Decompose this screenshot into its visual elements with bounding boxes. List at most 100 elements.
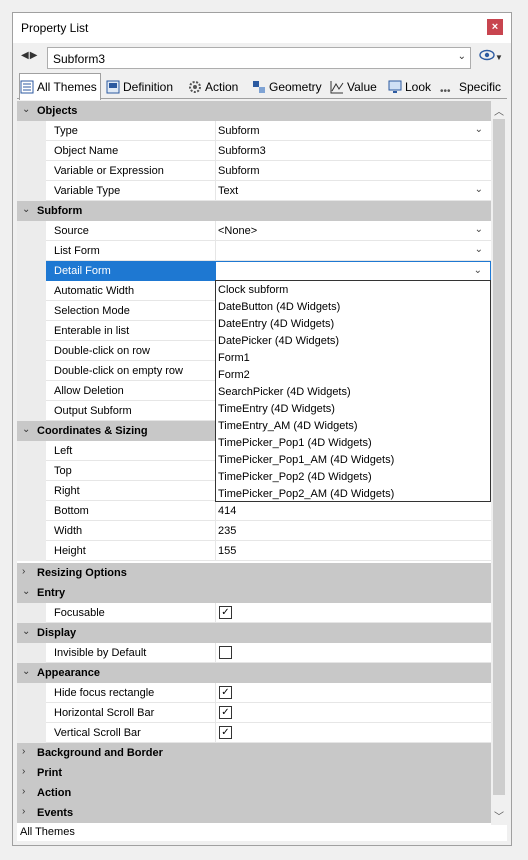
hide-focus-checkbox[interactable]: ✓	[219, 686, 232, 699]
vertical-scrollbar[interactable]: ︿ ﹀	[491, 101, 507, 825]
chevron-right-icon: ›	[22, 566, 26, 577]
dropdown-option[interactable]: Form2	[217, 367, 489, 384]
section-label: Display	[37, 627, 77, 639]
property-name: Double-click on row	[54, 345, 150, 357]
section-objects[interactable]: ⌄ Objects	[17, 101, 491, 121]
vertical-scroll-checkbox[interactable]: ✓	[219, 726, 232, 739]
property-row-vertical-scroll[interactable]: Vertical Scroll Bar ✓	[17, 723, 491, 743]
dropdown-option[interactable]: TimePicker_Pop1 (4D Widgets)	[217, 435, 489, 452]
invisible-by-default-checkbox[interactable]	[219, 646, 232, 659]
tab-all-themes[interactable]: All Themes	[19, 73, 101, 100]
property-row-source[interactable]: Source <None> ⌄	[17, 221, 491, 241]
scrollbar-thumb[interactable]	[493, 119, 505, 795]
dropdown-option[interactable]: Form1	[217, 350, 489, 367]
property-row-variable[interactable]: Variable or Expression Subform	[17, 161, 491, 181]
focusable-checkbox[interactable]: ✓	[219, 606, 232, 619]
definition-icon	[106, 80, 120, 94]
section-entry[interactable]: ⌄ Entry	[17, 583, 491, 603]
property-value-dropdown[interactable]: ⌄	[215, 241, 491, 261]
chevron-down-icon: ⌄	[474, 244, 483, 255]
property-value: <None>	[218, 225, 258, 237]
property-value-field[interactable]: Subform3	[215, 141, 491, 161]
chevron-down-icon: ⌄	[473, 265, 482, 276]
property-name: Focusable	[54, 607, 105, 619]
section-display[interactable]: ⌄ Display	[17, 623, 491, 643]
property-row-list-form[interactable]: List Form ⌄	[17, 241, 491, 261]
property-row-height[interactable]: Height 155	[17, 541, 491, 561]
property-value-dropdown[interactable]: <None> ⌄	[215, 221, 491, 241]
section-appearance[interactable]: ⌄ Appearance	[17, 663, 491, 683]
property-name: Width	[54, 525, 83, 537]
property-row-hide-focus[interactable]: Hide focus rectangle ✓	[17, 683, 491, 703]
property-value-field[interactable]: 235	[215, 521, 491, 541]
dropdown-option[interactable]: TimePicker_Pop2 (4D Widgets)	[217, 469, 489, 486]
property-value: 155	[218, 545, 237, 557]
chevron-down-icon: ⌄	[22, 626, 31, 637]
property-row-object-name[interactable]: Object Name Subform3	[17, 141, 491, 161]
dropdown-option[interactable]: TimeEntry_AM (4D Widgets)	[217, 418, 489, 435]
tab-geometry[interactable]: Geometry	[251, 73, 325, 99]
tab-action[interactable]: Action	[187, 73, 249, 99]
property-value-field[interactable]: 414	[215, 501, 491, 521]
property-value-dropdown[interactable]: Subform ⌄	[215, 121, 491, 141]
property-row-bottom[interactable]: Bottom 414	[17, 501, 491, 521]
property-name: Output Subform	[54, 405, 132, 417]
property-row-variable-type[interactable]: Variable Type Text ⌄	[17, 181, 491, 201]
property-name: Bottom	[54, 505, 89, 517]
property-value-dropdown[interactable]: Text ⌄	[215, 181, 491, 201]
property-value-field[interactable]: Subform	[215, 161, 491, 181]
chevron-right-icon: ›	[22, 786, 26, 797]
property-value-field[interactable]: 155	[215, 541, 491, 561]
row-gutter	[17, 321, 46, 341]
property-row-focusable[interactable]: Focusable ✓	[17, 603, 491, 623]
section-events[interactable]: › Events	[17, 803, 491, 823]
property-name: Left	[54, 445, 73, 457]
property-value: Subform	[218, 165, 260, 177]
dropdown-option[interactable]: TimePicker_Pop1_AM (4D Widgets)	[217, 452, 489, 469]
dropdown-option[interactable]: TimeEntry (4D Widgets)	[217, 401, 489, 418]
section-label: Subform	[37, 205, 83, 217]
property-value-dropdown[interactable]: ⌄	[215, 261, 491, 281]
tab-look[interactable]: Look	[387, 73, 437, 99]
property-name: Hide focus rectangle	[54, 687, 155, 699]
dropdown-option[interactable]: DatePicker (4D Widgets)	[217, 333, 489, 350]
property-row-horizontal-scroll[interactable]: Horizontal Scroll Bar ✓	[17, 703, 491, 723]
property-row-width[interactable]: Width 235	[17, 521, 491, 541]
section-background-border[interactable]: › Background and Border	[17, 743, 491, 763]
eye-menu-button[interactable]: ▼	[479, 49, 505, 67]
section-label: Entry	[37, 587, 66, 599]
section-action[interactable]: › Action	[17, 783, 491, 803]
property-name: Allow Deletion	[54, 385, 124, 397]
section-label: Print	[37, 767, 63, 779]
dropdown-option[interactable]: DateButton (4D Widgets)	[217, 299, 489, 316]
object-nav-arrows-icon[interactable]: ◀▶	[21, 50, 38, 61]
dropdown-option[interactable]: Clock subform	[217, 282, 489, 299]
dropdown-option[interactable]: TimePicker_Pop2_AM (4D Widgets)	[217, 486, 489, 503]
row-gutter	[17, 501, 46, 521]
chevron-down-icon: ⌄	[474, 124, 483, 135]
dropdown-option[interactable]: DateEntry (4D Widgets)	[217, 316, 489, 333]
scroll-up-icon[interactable]: ︿	[494, 103, 504, 118]
chevron-down-icon: ⌄	[474, 224, 483, 235]
scroll-down-icon[interactable]: ﹀	[494, 808, 504, 823]
tab-specific[interactable]: ••• Specific	[439, 73, 505, 99]
dropdown-option[interactable]: SearchPicker (4D Widgets)	[217, 384, 489, 401]
section-label: Resizing Options	[37, 567, 127, 579]
tab-definition[interactable]: Definition	[105, 73, 185, 99]
section-subform[interactable]: ⌄ Subform	[17, 201, 491, 221]
property-row-type[interactable]: Type Subform ⌄	[17, 121, 491, 141]
section-print[interactable]: › Print	[17, 763, 491, 783]
object-selector[interactable]: Subform3 ⌄	[47, 47, 471, 69]
section-resizing-options[interactable]: › Resizing Options	[17, 563, 491, 583]
property-row-detail-form[interactable]: Detail Form ⌄	[17, 261, 491, 281]
property-name: Horizontal Scroll Bar	[54, 707, 155, 719]
tab-label: Definition	[123, 80, 174, 94]
row-gutter	[17, 521, 46, 541]
horizontal-scroll-checkbox[interactable]: ✓	[219, 706, 232, 719]
tab-value[interactable]: Value	[329, 73, 385, 99]
property-row-invisible-default[interactable]: Invisible by Default	[17, 643, 491, 663]
property-value: Subform3	[218, 145, 266, 157]
close-button[interactable]: ×	[487, 19, 503, 35]
caret-down-icon: ▼	[495, 53, 503, 62]
window-title: Property List	[21, 21, 89, 35]
